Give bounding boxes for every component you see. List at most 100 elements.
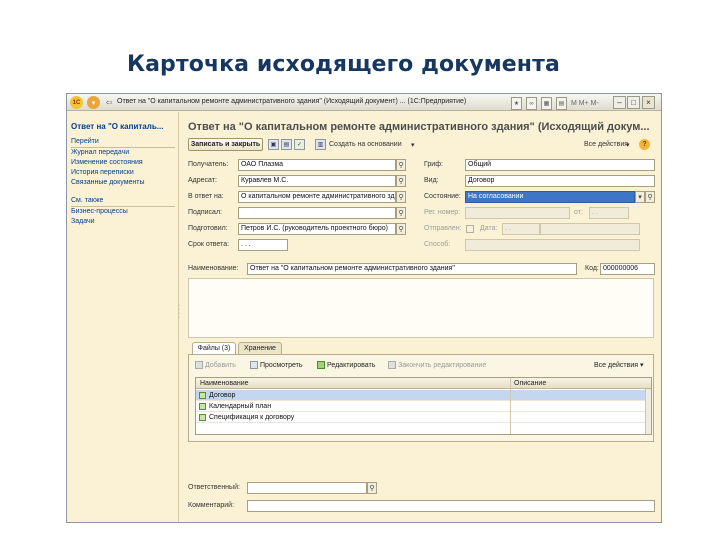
view-file-button[interactable]: Просмотреть [250,361,302,369]
search-icon[interactable]: ⚲ [396,191,406,203]
sidebar-divider [71,206,175,207]
sent-extra-field[interactable] [540,223,640,235]
chevron-down-icon[interactable]: ▾ [626,141,630,149]
sidebar-item-related-docs[interactable]: Связанные документы [71,179,145,186]
finish-edit-button[interactable]: Закончить редактирование [388,361,486,369]
document-form: Ответ на "О капитальном ремонте админист… [180,112,661,522]
search-icon[interactable]: ⚲ [396,207,406,219]
reply-to-label: В ответ на: [188,193,224,200]
grif-label: Гриф: [424,161,443,168]
link-icon[interactable]: ∞ [526,97,537,110]
file-icon [199,403,206,410]
prepared-field[interactable]: Петров И.С. (руководитель проектного бюр… [238,223,396,235]
files-table-header: Наименование Описание [196,378,651,389]
signed-label: Подписал: [188,209,222,216]
memory-buttons[interactable]: M M+ M- [571,97,599,110]
slide-title: Карточка исходящего документа [127,52,560,77]
add-file-button[interactable]: Добавить [195,361,236,369]
search-icon[interactable]: ⚲ [396,223,406,235]
save-and-close-button[interactable]: Записать и закрыть [188,138,263,151]
calculator-icon[interactable]: ▦ [541,97,552,110]
prepared-label: Подготовил: [188,225,228,232]
favorites-icon[interactable]: ★ [511,97,522,110]
method-label: Способ: [424,241,451,248]
search-icon[interactable]: ⚲ [645,191,655,203]
name-label: Наименование: [188,265,239,272]
comment-field[interactable] [247,500,655,512]
sidebar-item-tasks[interactable]: Задачи [71,218,95,225]
sent-date-field[interactable]: . . [502,223,540,235]
sidebar-item-change-state[interactable]: Изменение состояния [71,159,143,166]
column-header-name[interactable]: Наименование [200,380,249,387]
create-based-icon[interactable]: ▥ [315,139,326,150]
view-icon [250,361,258,369]
code-field[interactable]: 000000006 [600,263,655,275]
navigation-panel: Ответ на "О капиталь... Перейти Журнал п… [67,112,179,522]
table-scrollbar[interactable] [645,389,651,434]
sidebar-header[interactable]: Ответ на "О капиталь... [71,122,163,131]
from-date-field[interactable]: . . [589,207,629,219]
chevron-down-icon: ▾ [640,362,644,369]
responsible-label: Ответственный: [188,484,240,491]
chevron-down-icon[interactable]: ▾ [411,141,415,149]
signed-field[interactable] [238,207,396,219]
state-field[interactable]: На согласовании [465,191,635,203]
document-title: Ответ на "О капитальном ремонте админист… [188,121,650,133]
column-divider [510,378,511,434]
post-icon[interactable]: ✓ [294,139,305,150]
document-content-area[interactable] [188,278,654,338]
grif-field[interactable]: Общий [465,159,655,171]
minimize-button[interactable]: – [613,96,626,109]
kind-field[interactable]: Договор [465,175,655,187]
finish-edit-icon [388,361,396,369]
method-field[interactable] [465,239,640,251]
close-button[interactable]: × [642,96,655,109]
table-row[interactable]: Календарный план [196,401,651,412]
sent-checkbox[interactable] [466,225,474,233]
add-icon [195,361,203,369]
edit-file-button[interactable]: Редактировать [317,361,375,369]
search-icon[interactable]: ⚲ [367,482,377,494]
back-arrow-icon[interactable]: ⇦ [104,96,114,109]
maximize-button[interactable]: □ [627,96,640,109]
name-field[interactable]: Ответ на "О капитальном ремонте админист… [247,263,577,275]
reg-number-field[interactable] [465,207,570,219]
files-all-actions-menu[interactable]: Все действия ▾ [594,361,644,370]
table-row[interactable]: Спецификация к договору [196,412,651,423]
kind-label: Вид: [424,177,439,184]
search-icon[interactable]: ⚲ [396,159,406,171]
file-icon [199,392,206,399]
help-icon[interactable]: ? [639,139,650,150]
comment-label: Комментарий: [188,502,235,509]
tab-storage[interactable]: Хранение [238,342,282,354]
window-titlebar: 1С ▾ ⇦ Ответ на "О капитальном ремонте а… [67,94,661,111]
app-logo-icon[interactable]: 1С [70,96,83,109]
window-title: Ответ на "О капитальном ремонте админист… [117,98,467,105]
sidebar-section-see-also: См. также [71,197,104,204]
main-menu-icon[interactable]: ▾ [87,96,100,109]
search-icon[interactable]: ⚲ [396,175,406,187]
deadline-field[interactable]: . . . [238,239,288,251]
tab-files[interactable]: Файлы (3) [192,342,236,354]
table-row[interactable]: Договор [196,390,651,401]
from-label: от: [574,209,583,216]
reply-to-field[interactable]: О капитальном ремонте административного … [238,191,396,203]
app-window: 1С ▾ ⇦ Ответ на "О капитальном ремонте а… [66,93,662,523]
column-header-description[interactable]: Описание [514,380,546,387]
sent-label: Отправлен: [424,225,462,232]
create-based-on-menu[interactable]: Создать на основании [329,141,402,148]
sidebar-item-transfer-log[interactable]: Журнал передачи [71,149,129,156]
sidebar-item-business-processes[interactable]: Бизнес-процессы [71,208,128,215]
all-actions-menu[interactable]: Все действия [584,141,628,148]
sidebar-item-correspondence[interactable]: История переписки [71,169,134,176]
chevron-down-icon[interactable]: ▾ [635,191,645,203]
state-label: Состояние: [424,193,461,200]
responsible-field[interactable] [247,482,367,494]
addressee-field[interactable]: Куравлев М.С. [238,175,396,187]
print-icon[interactable]: ▤ [281,139,292,150]
sidebar-divider [71,147,175,148]
recipient-field[interactable]: ОАО Плазма [238,159,396,171]
calendar-icon[interactable]: ▤ [556,97,567,110]
addressee-label: Адресат: [188,177,217,184]
save-icon[interactable]: ▣ [268,139,279,150]
